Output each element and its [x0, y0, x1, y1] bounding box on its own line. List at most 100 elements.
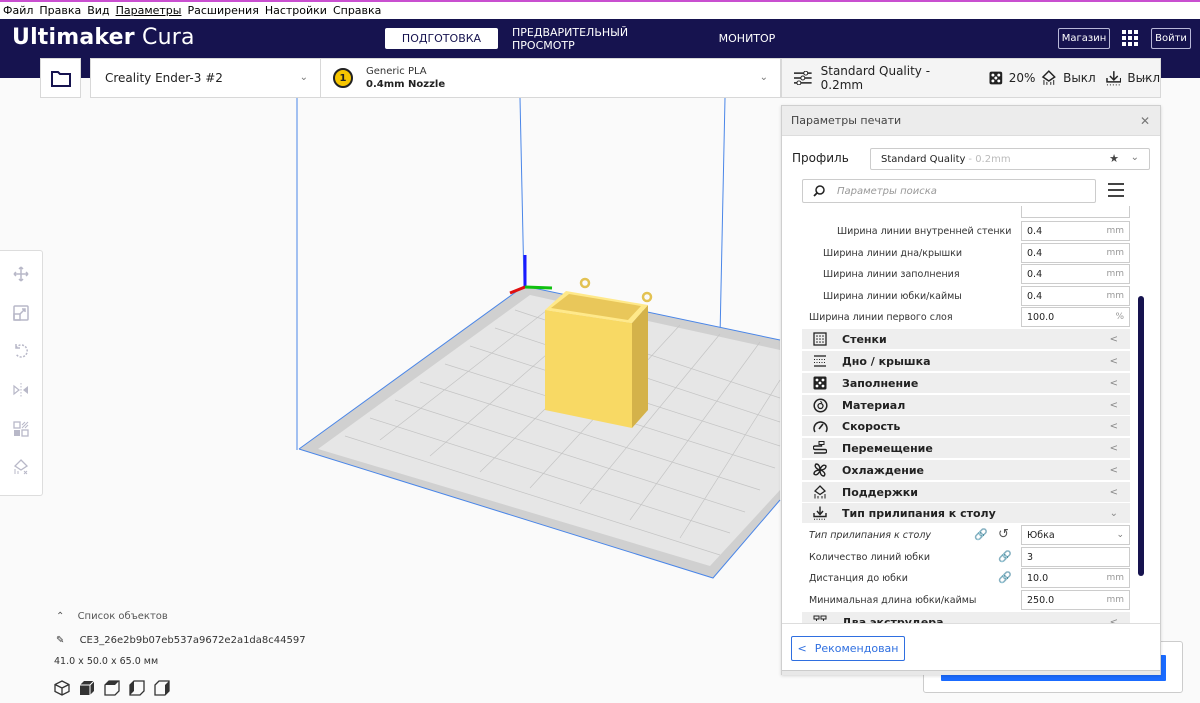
chevron-left-icon: <: [1109, 399, 1118, 411]
right-view-icon[interactable]: [154, 680, 170, 696]
hamburger-menu-icon[interactable]: [1108, 183, 1124, 197]
chevron-down-icon: ⌄: [299, 72, 308, 83]
settings-search-input[interactable]: Параметры поиска: [802, 179, 1096, 203]
category-adhesion[interactable]: Тип прилипания к столу ⌄: [802, 503, 1130, 523]
resize-handle[interactable]: [782, 670, 1160, 675]
left-view-icon[interactable]: [129, 680, 145, 696]
camera-view-buttons: [54, 680, 179, 696]
chevron-left-icon: <: [1109, 442, 1118, 454]
menu-help[interactable]: Справка: [333, 4, 381, 17]
top-view-icon[interactable]: [104, 680, 120, 696]
category-label: Перемещение: [842, 441, 933, 455]
setting-input[interactable]: 0.4 mm: [1021, 264, 1130, 284]
per-model-settings-icon[interactable]: [10, 418, 32, 440]
scale-icon[interactable]: [10, 302, 32, 324]
speed-gauge-icon: [812, 418, 828, 434]
setting-row: Ширина линии внутренней стенки 0.4 mm: [802, 221, 1130, 242]
panel-header: Параметры печати ✕: [782, 106, 1160, 136]
sliders-icon: [794, 71, 812, 85]
setting-input[interactable]: 3: [1021, 547, 1130, 567]
reset-icon[interactable]: ↺: [998, 527, 1009, 542]
star-icon[interactable]: ★: [1109, 152, 1119, 165]
print-setup-selector[interactable]: Standard Quality - 0.2mm 20% Выкл Выкл ⌄: [781, 58, 1161, 98]
category-infill[interactable]: Заполнение <: [802, 373, 1130, 393]
setting-label: Ширина линии дна/крышки: [823, 248, 963, 259]
search-icon: [813, 185, 825, 197]
category-travel[interactable]: Перемещение <: [802, 438, 1130, 458]
y-axis: [524, 285, 553, 290]
setting-input[interactable]: 0.4 mm: [1021, 286, 1130, 306]
3d-view-icon[interactable]: [54, 680, 70, 696]
category-walls[interactable]: Стенки <: [802, 329, 1130, 349]
search-placeholder: Параметры поиска: [837, 185, 937, 197]
chevron-left-icon: <: [1109, 333, 1118, 345]
setting-input[interactable]: 100.0%: [1021, 307, 1130, 327]
material-spool-icon: [812, 397, 828, 413]
extruder-badge-icon: 1: [333, 68, 353, 88]
setting-input[interactable]: 10.0 mm: [1021, 568, 1130, 588]
printer-selector[interactable]: Creality Ender-3 #2 ⌄: [90, 58, 321, 98]
menu-view[interactable]: Вид: [87, 4, 109, 17]
profile-selector[interactable]: Standard Quality - 0.2mm ★ ⌄: [870, 148, 1150, 170]
mirror-icon[interactable]: [10, 379, 32, 401]
object-name: CE3_26e2b9b07eb537a9672e2a1da8c44597: [79, 635, 306, 646]
profile-row: Профиль Standard Quality - 0.2mm ★ ⌄: [792, 148, 1150, 170]
support-blocker-icon[interactable]: [10, 456, 32, 478]
marketplace-button[interactable]: Магазин: [1058, 28, 1110, 49]
profile-suffix: - 0.2mm: [968, 153, 1011, 165]
top-bottom-icon: [812, 353, 828, 369]
category-label: Тип прилипания к столу: [842, 506, 996, 520]
object-name-row[interactable]: ✎ CE3_26e2b9b07eb537a9672e2a1da8c44597: [56, 635, 306, 646]
menu-settings[interactable]: Параметры: [116, 4, 182, 17]
setting-row: Ширина линии первого слоя 100.0%: [802, 307, 1130, 328]
open-file-button[interactable]: [40, 58, 81, 98]
setting-input[interactable]: 250.0 mm: [1021, 590, 1130, 610]
settings-scrollbar[interactable]: [1138, 296, 1144, 576]
menu-preferences[interactable]: Настройки: [265, 4, 327, 17]
grid-apps-icon[interactable]: [1122, 30, 1138, 46]
category-top-bottom[interactable]: Дно / крышка <: [802, 351, 1130, 371]
tab-monitor[interactable]: МОНИТОР: [692, 28, 802, 49]
tab-preview[interactable]: ПРЕДВАРИТЕЛЬНЫЙ ПРОСМОТР: [512, 26, 684, 52]
material-selector[interactable]: 1 Generic PLA 0.4mm Nozzle ⌄: [320, 58, 781, 98]
link-icon: 🔗: [974, 528, 988, 541]
move-icon[interactable]: [10, 263, 32, 285]
walls-icon: [812, 331, 828, 347]
menu-file[interactable]: Файл: [3, 4, 33, 17]
object-list-toggle[interactable]: ⌃ Список объектов: [56, 611, 168, 622]
chevron-down-icon: ⌄: [1109, 507, 1118, 519]
chevron-left-icon: <: [1109, 377, 1118, 389]
setting-input[interactable]: 0.4 mm: [1021, 243, 1130, 263]
category-label: Дно / крышка: [842, 354, 931, 368]
category-material[interactable]: Материал <: [802, 395, 1130, 415]
category-support[interactable]: Поддержки <: [802, 482, 1130, 502]
close-icon[interactable]: ✕: [1140, 114, 1150, 128]
adhesion-type-select[interactable]: Юбка ⌄: [1021, 525, 1130, 545]
tab-prepare[interactable]: ПОДГОТОВКА: [385, 28, 498, 49]
setting-label: Дистанция до юбки: [809, 573, 908, 584]
setting-label: Ширина линии внутренней стенки: [837, 226, 1012, 237]
category-speed[interactable]: Скорость <: [802, 416, 1130, 436]
settings-list: Ширина линии внутренней стенки 0.4 mm Шир…: [782, 206, 1138, 626]
support-icon: [812, 484, 828, 500]
infill-icon: [989, 71, 1003, 85]
setting-row: Количество линий юбки 🔗 3: [802, 547, 1130, 568]
chevron-left-icon: <: [1109, 355, 1118, 367]
menu-edit[interactable]: Правка: [39, 4, 81, 17]
panel-footer: < Рекомендован: [782, 623, 1160, 675]
setting-input[interactable]: 0.4 mm: [1021, 221, 1130, 241]
menu-extensions[interactable]: Расширения: [187, 4, 258, 17]
rotate-icon[interactable]: [10, 340, 32, 362]
category-label: Поддержки: [842, 485, 918, 499]
sign-in-button[interactable]: Войти: [1151, 28, 1191, 49]
tool-panel: [0, 250, 43, 496]
adhesion-icon: [1105, 71, 1122, 86]
category-cooling[interactable]: Охлаждение <: [802, 460, 1130, 480]
category-label: Стенки: [842, 332, 887, 346]
adhesion-icon: [812, 505, 828, 521]
setting-row: Дистанция до юбки 🔗 10.0 mm: [802, 568, 1130, 589]
front-view-icon[interactable]: [79, 680, 95, 696]
setting-label: Количество линий юбки: [809, 552, 931, 563]
recommended-button[interactable]: < Рекомендован: [791, 636, 905, 661]
3d-model: [545, 277, 653, 428]
